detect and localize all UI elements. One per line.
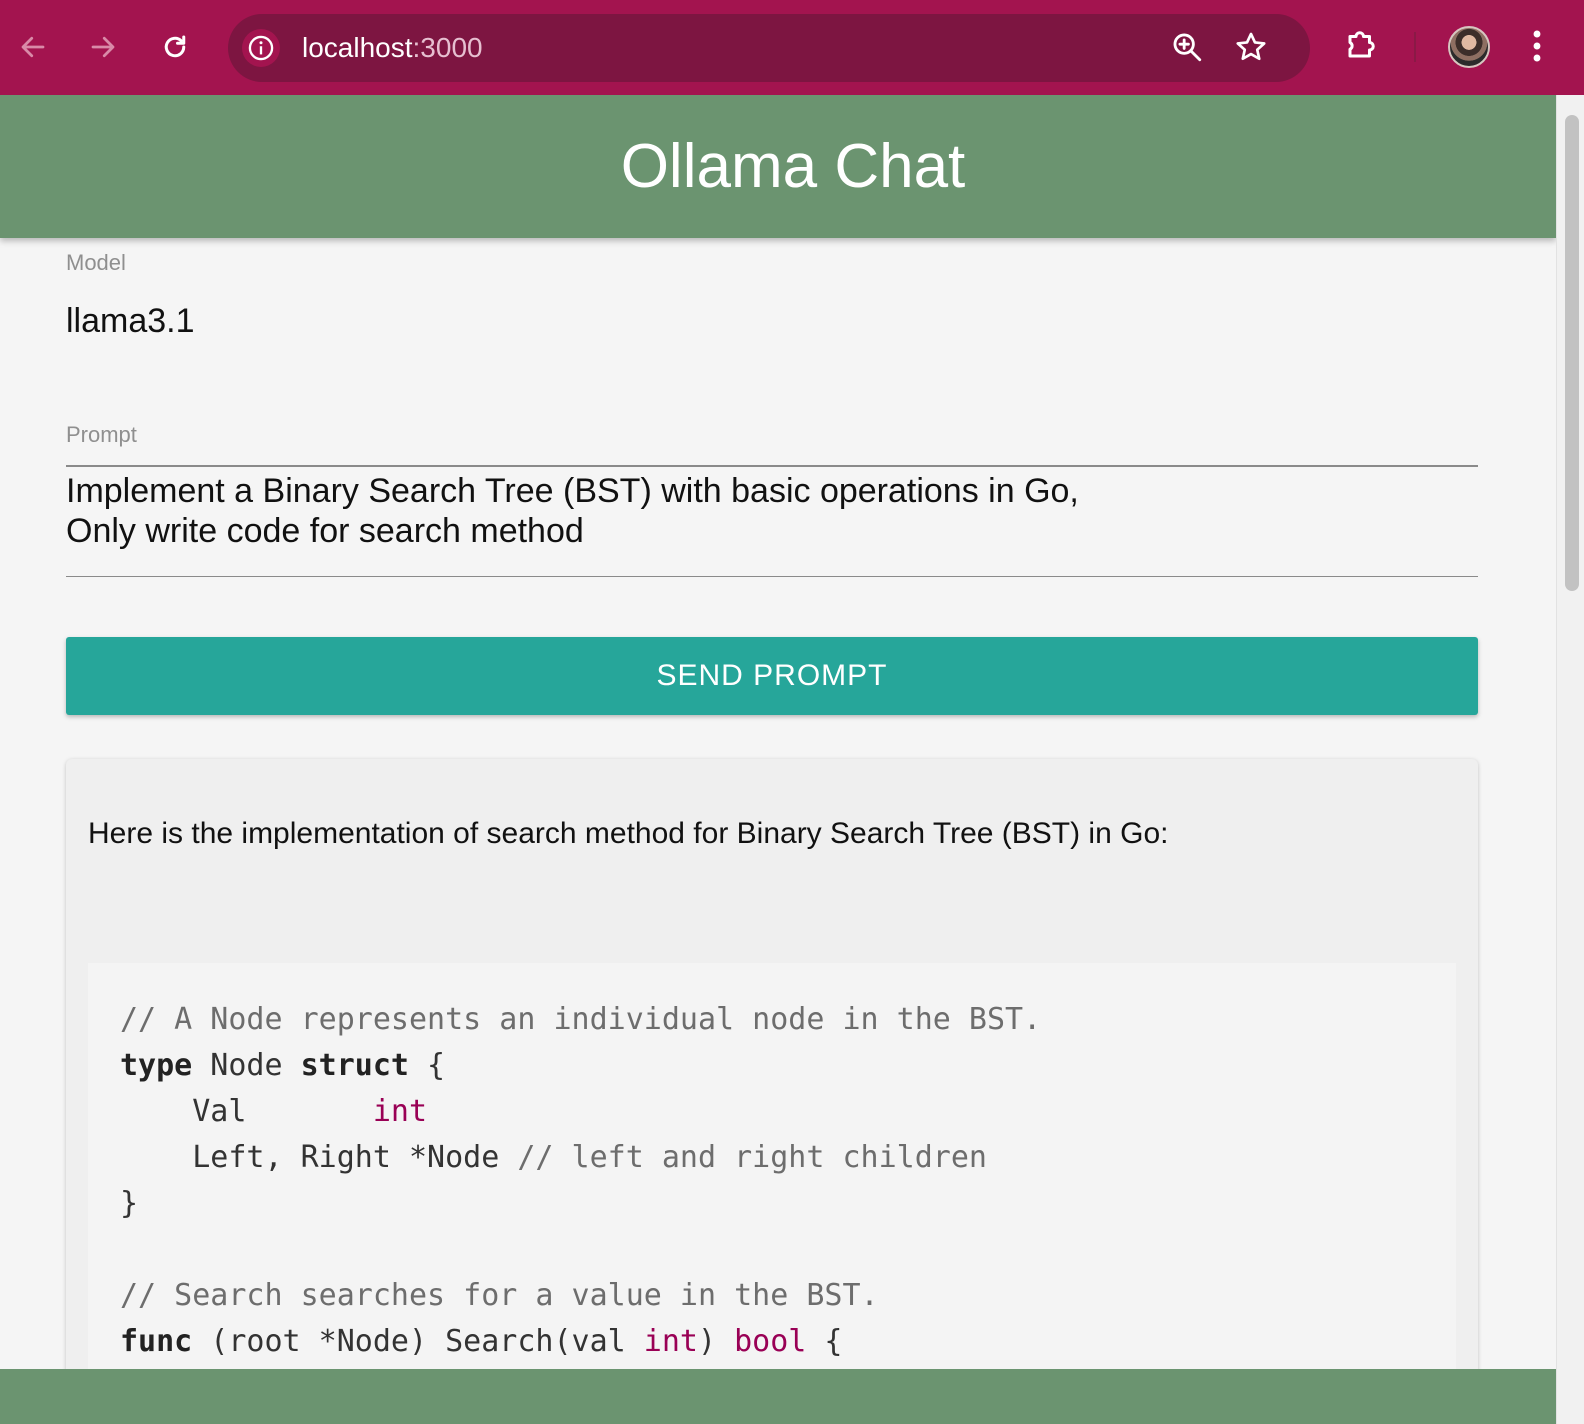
- response-card: Here is the implementation of search met…: [66, 759, 1478, 1424]
- code-text: {: [806, 1324, 843, 1359]
- bookmark-button[interactable]: [1234, 30, 1268, 69]
- code-keyword: struct: [300, 1048, 409, 1083]
- star-icon: [1236, 32, 1266, 61]
- code-text: }: [120, 1186, 139, 1221]
- url-text[interactable]: localhost:3000: [302, 30, 483, 66]
- toolbar-divider: [1414, 32, 1416, 62]
- code-line: // Search searches for a value in the BS…: [120, 1273, 1456, 1319]
- code-text: Left, Right *Node: [120, 1140, 518, 1175]
- code-text: Val: [120, 1094, 373, 1129]
- app-header: Ollama Chat: [0, 95, 1556, 238]
- code-type: bool: [734, 1324, 807, 1359]
- reload-button[interactable]: [150, 22, 200, 72]
- zoom-button[interactable]: [1170, 30, 1204, 69]
- puzzle-icon: [1348, 31, 1375, 58]
- code-type: int: [643, 1324, 698, 1359]
- zoom-in-icon: [1173, 33, 1202, 62]
- send-prompt-button[interactable]: SEND PROMPT: [66, 637, 1478, 715]
- response-intro: Here is the implementation of search met…: [88, 817, 1169, 850]
- code-line: func (root *Node) Search(val int) bool {: [120, 1319, 1456, 1365]
- page-scrollbar[interactable]: [1556, 95, 1584, 1424]
- model-input[interactable]: llama3.1: [66, 301, 195, 341]
- forward-button[interactable]: [78, 22, 128, 72]
- kebab-menu-icon: [1533, 30, 1541, 62]
- prompt-label: Prompt: [66, 422, 137, 447]
- back-button[interactable]: [8, 22, 58, 72]
- code-line: Left, Right *Node // left and right chil…: [120, 1135, 1456, 1181]
- address-bar[interactable]: localhost:3000: [228, 14, 1310, 82]
- model-label: Model: [66, 250, 126, 275]
- code-block: // A Node represents an individual node …: [88, 963, 1456, 1424]
- scrollbar-thumb[interactable]: [1565, 115, 1579, 591]
- code-comment: // A Node represents an individual node …: [120, 1002, 1042, 1037]
- code-text: {: [409, 1048, 446, 1083]
- app-footer: [0, 1369, 1556, 1424]
- code-text: (root *Node) Search(val: [192, 1324, 644, 1359]
- prompt-textarea[interactable]: Implement a Binary Search Tree (BST) wit…: [66, 471, 1079, 551]
- code-keyword: func: [120, 1324, 193, 1359]
- arrow-left-icon: [21, 36, 45, 58]
- code-line: Val int: [120, 1089, 1456, 1135]
- reload-icon: [164, 35, 186, 58]
- arrow-right-icon: [91, 36, 115, 58]
- info-icon: [248, 35, 274, 61]
- site-info-button[interactable]: [242, 29, 280, 67]
- code-text: Node: [192, 1048, 301, 1083]
- code-text: ): [697, 1324, 735, 1359]
- code-comment: // left and right children: [517, 1140, 987, 1175]
- url-port: :3000: [412, 32, 483, 63]
- app-title: Ollama Chat: [620, 132, 966, 201]
- profile-avatar[interactable]: [1448, 26, 1490, 68]
- browser-toolbar: localhost:3000: [0, 0, 1584, 95]
- code-keyword: type: [120, 1048, 193, 1083]
- url-host: localhost: [302, 32, 413, 63]
- page-viewport: Ollama Chat Model llama3.1 Prompt Implem…: [0, 95, 1556, 1424]
- browser-menu-button[interactable]: [1530, 28, 1544, 69]
- extensions-button[interactable]: [1344, 26, 1380, 67]
- code-line: }: [120, 1181, 1456, 1227]
- code-comment: // Search searches for a value in the BS…: [120, 1278, 879, 1313]
- code-line: type Node struct {: [120, 1043, 1456, 1089]
- code-type: int: [372, 1094, 428, 1129]
- prompt-field[interactable]: Prompt Implement a Binary Search Tree (B…: [66, 415, 1478, 577]
- code-line: // A Node represents an individual node …: [120, 997, 1456, 1043]
